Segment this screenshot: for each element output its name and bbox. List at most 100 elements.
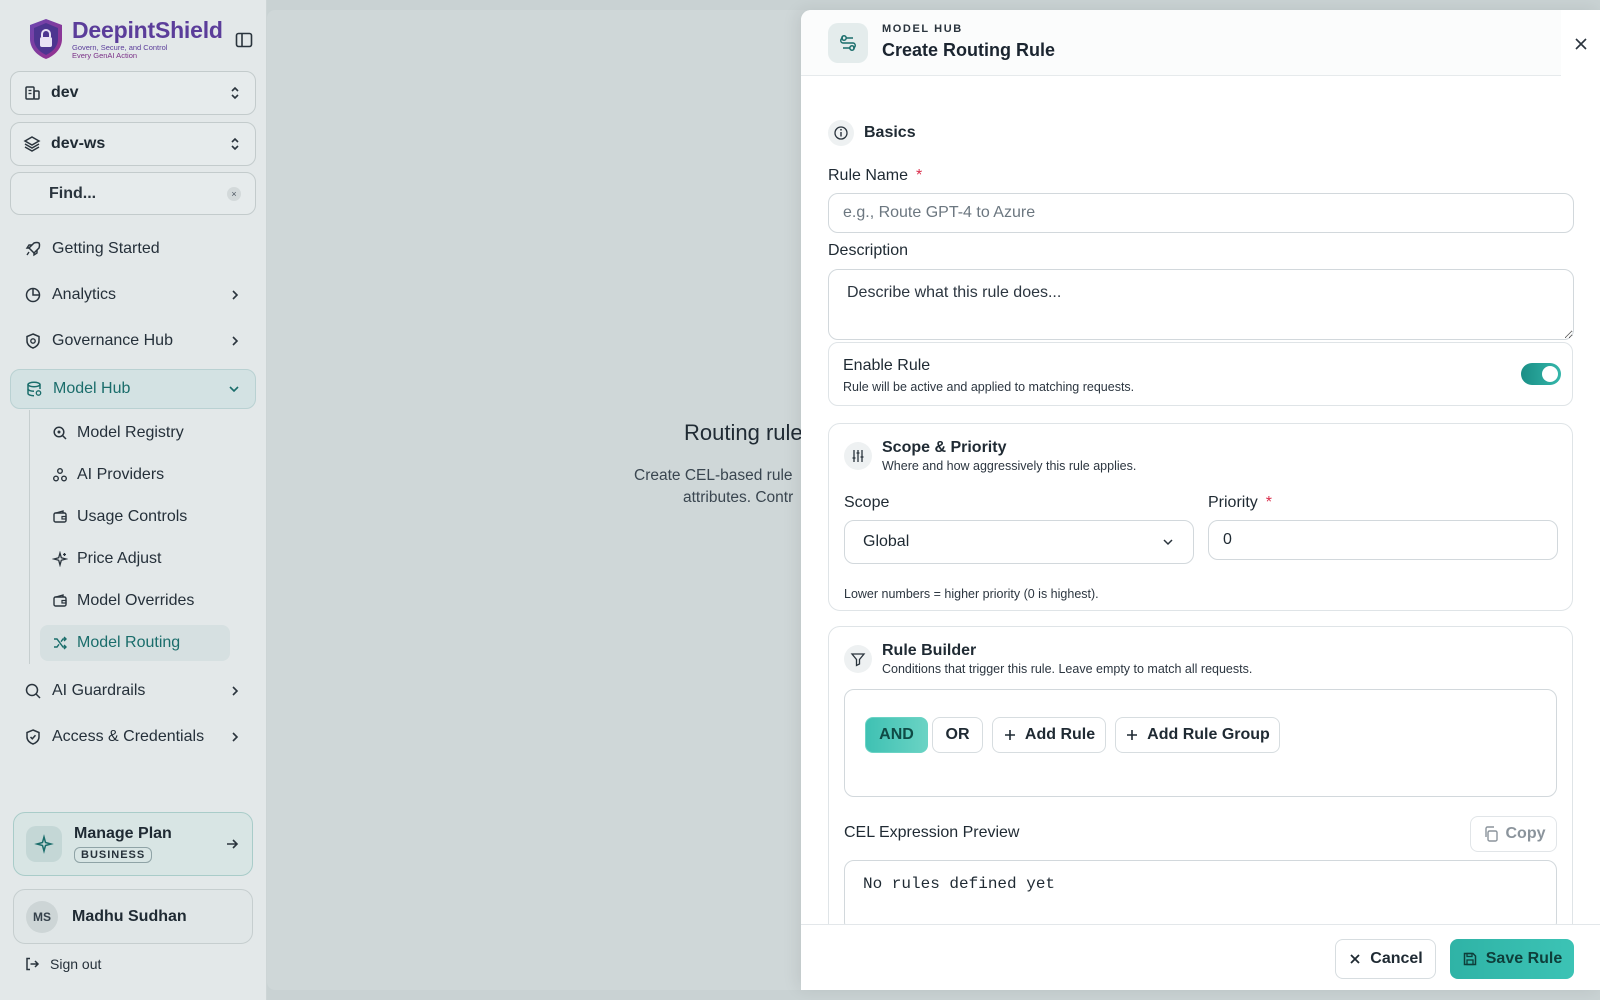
manage-plan-card[interactable]: Manage Plan BUSINESS <box>13 812 253 876</box>
drawer-header: MODEL HUB Create Routing Rule <box>801 10 1561 76</box>
plan-icon-box <box>26 826 62 862</box>
save-icon <box>1463 952 1476 966</box>
user-card[interactable]: MS Madhu Sudhan <box>13 889 253 944</box>
nav-item-label: Getting Started <box>52 240 160 257</box>
nav-item-label: AI Guardrails <box>52 682 146 699</box>
required-mark: * <box>1265 494 1273 511</box>
find-input-label: Find... <box>49 184 97 202</box>
plan-title: Manage Plan <box>74 825 172 842</box>
plan-badge: BUSINESS <box>74 847 153 863</box>
nav-item-governance-hub[interactable]: Governance Hub <box>10 321 256 361</box>
add-rule-group-label: Add Rule Group <box>1147 726 1270 743</box>
wallet-icon <box>53 594 67 607</box>
copy-button[interactable]: Copy <box>1470 816 1557 852</box>
scope-select[interactable]: Global <box>844 520 1194 564</box>
network-icon <box>53 468 67 482</box>
add-rule-label: Add Rule <box>1024 726 1096 743</box>
sidebar-item-model-overrides[interactable]: Model Overrides <box>40 583 230 619</box>
sidebar-item-label: Model Overrides <box>77 592 195 609</box>
nav-item-getting-started[interactable]: Getting Started <box>10 229 256 269</box>
info-icon <box>828 120 854 146</box>
sidebar-item-label: Model Routing <box>77 634 181 651</box>
sidebar-item-label: Usage Controls <box>77 508 188 525</box>
or-combinator-button[interactable]: OR <box>932 717 983 753</box>
sidebar-item-ai-providers[interactable]: AI Providers <box>40 457 230 493</box>
nav-item-label: Access & Credentials <box>52 728 205 745</box>
shield-cog-icon <box>26 333 40 349</box>
sidebar-item-label: AI Providers <box>77 466 165 483</box>
sign-out-label: Sign out <box>50 956 102 972</box>
sidebar-item-usage-controls[interactable]: Usage Controls <box>40 499 230 535</box>
search-icon <box>53 426 67 440</box>
cel-preview-label: CEL Expression Preview <box>844 824 1020 841</box>
add-rule-button[interactable]: Add Rule <box>992 717 1106 753</box>
sliders-route-icon <box>840 35 856 51</box>
building-icon <box>25 86 40 100</box>
sidebar-item-model-routing[interactable]: Model Routing <box>40 625 230 661</box>
filter-icon <box>844 645 872 673</box>
arrow-right-icon <box>227 839 239 849</box>
rule-builder-title: Rule Builder <box>882 642 977 659</box>
find-input[interactable]: Find... × <box>10 172 256 215</box>
find-clear-icon[interactable]: × <box>227 186 241 201</box>
copy-label: Copy <box>1505 825 1546 842</box>
priority-label: Priority * <box>1208 494 1272 512</box>
sidebar-item-price-adjust[interactable]: Price Adjust <box>40 541 230 577</box>
search-shield-icon <box>25 683 41 699</box>
close-icon[interactable] <box>1571 34 1591 54</box>
enable-rule-toggle[interactable] <box>1521 363 1561 385</box>
layers-icon <box>23 136 41 152</box>
shuffle-icon <box>54 636 67 650</box>
plus-icon <box>1004 730 1015 740</box>
nav-item-model-hub[interactable]: Model Hub <box>10 369 256 409</box>
empty-state-description-2: attributes. Contr <box>683 489 794 506</box>
sparkle-icon <box>34 834 54 854</box>
drawer-footer: Cancel Save Rule <box>801 924 1600 990</box>
close-icon <box>1350 954 1360 964</box>
sign-out-button[interactable]: Sign out <box>24 956 101 972</box>
sidebar-item-label: Model Registry <box>77 424 184 441</box>
scope-priority-card: Scope & Priority Where and how aggressiv… <box>828 423 1573 611</box>
user-name: Madhu Sudhan <box>72 907 187 925</box>
cancel-label: Cancel <box>1370 950 1423 967</box>
description-textarea[interactable] <box>828 269 1574 340</box>
chevron-right-icon <box>232 336 239 346</box>
rocket-icon <box>25 241 41 257</box>
plus-icon <box>1127 730 1138 740</box>
rule-name-label-text: Rule Name <box>828 167 909 184</box>
sidebar: DeepintShield Govern, Secure, and Contro… <box>0 0 267 1000</box>
workspace-selector[interactable]: dev-ws <box>10 122 256 166</box>
priority-input[interactable] <box>1208 520 1558 560</box>
chevron-right-icon <box>232 686 239 696</box>
rule-builder-header: Rule Builder Conditions that trigger thi… <box>844 642 1252 676</box>
cancel-button[interactable]: Cancel <box>1335 939 1436 979</box>
submenu-guide-line <box>29 410 30 664</box>
org-selector-label: dev <box>51 84 79 101</box>
empty-state-title: Routing rule <box>684 420 803 445</box>
brand-tagline-2: Every GenAI Action <box>72 51 138 60</box>
nav-item-ai-guardrails[interactable]: AI Guardrails <box>10 671 256 711</box>
sidebar-item-model-registry[interactable]: Model Registry <box>40 415 230 451</box>
save-rule-button[interactable]: Save Rule <box>1450 939 1574 979</box>
wallet-icon <box>53 510 67 523</box>
brand-tagline: Govern, Secure, and Control <box>72 42 168 52</box>
nav-item-analytics[interactable]: Analytics <box>10 275 256 315</box>
chevron-right-icon <box>232 290 239 300</box>
empty-state-description: Create CEL-based rule <box>634 467 793 484</box>
basics-label: Basics <box>864 124 916 141</box>
copy-icon <box>1484 826 1498 842</box>
org-selector[interactable]: dev <box>10 71 256 115</box>
avatar: MS <box>26 900 58 933</box>
add-rule-group-button[interactable]: Add Rule Group <box>1115 717 1280 753</box>
rule-name-input[interactable] <box>828 193 1574 233</box>
and-combinator-button[interactable]: AND <box>865 717 928 753</box>
chevron-down-icon <box>1163 539 1173 546</box>
header-icon-box <box>828 23 868 63</box>
scope-priority-subtitle: Where and how aggressively this rule app… <box>882 459 1137 473</box>
brand-logo-block[interactable]: DeepintShield Govern, Secure, and Contro… <box>26 16 226 62</box>
priority-label-text: Priority <box>1208 494 1258 511</box>
nav-item-access-credentials[interactable]: Access & Credentials <box>10 717 256 757</box>
sidebar-toggle-icon[interactable] <box>234 30 254 50</box>
chart-pie-icon <box>25 287 41 303</box>
basics-section-header: Basics <box>828 120 916 146</box>
